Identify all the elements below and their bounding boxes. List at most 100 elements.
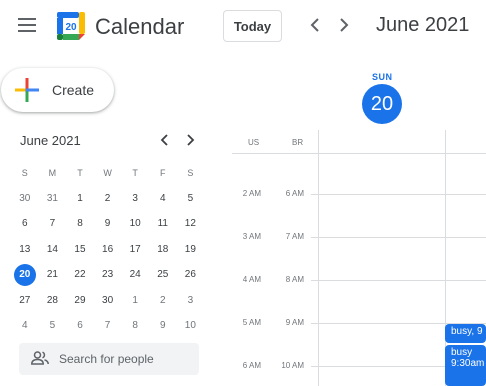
time-label-us: 4 AM — [242, 275, 261, 284]
time-label-br: 10 AM — [281, 361, 304, 370]
mini-week-row: 30 31 1 2 3 4 5 — [11, 186, 205, 212]
mini-day[interactable]: 21 — [39, 262, 67, 288]
time-label-br: 9 AM — [285, 318, 304, 327]
hour-tick — [311, 280, 319, 281]
mini-day[interactable]: 5 — [177, 186, 205, 212]
mini-day[interactable]: 22 — [66, 262, 94, 288]
next-period-button[interactable] — [332, 13, 356, 37]
main-menu-icon[interactable] — [18, 18, 36, 32]
mini-day-selected[interactable]: 20 — [11, 262, 39, 288]
previous-period-button[interactable] — [303, 13, 327, 37]
people-search-input[interactable]: Search for people — [19, 343, 199, 375]
mini-day[interactable]: 5 — [39, 313, 67, 339]
weekday-label: S — [21, 167, 28, 178]
today-button[interactable]: Today — [223, 10, 282, 42]
mini-calendar-grid: S M T W T F S 30 31 1 2 3 4 5 6 7 8 9 10… — [11, 160, 205, 339]
mini-day[interactable]: 31 — [39, 186, 67, 212]
mini-week-row: 4 5 6 7 8 9 10 — [11, 313, 205, 339]
mini-day[interactable]: 29 — [66, 288, 94, 314]
event-title: busy, 9 — [451, 326, 483, 337]
mini-prev-month-button[interactable] — [154, 130, 174, 150]
mini-day[interactable]: 25 — [149, 262, 177, 288]
mini-day[interactable]: 9 — [149, 313, 177, 339]
time-label-us: 5 AM — [242, 318, 261, 327]
mini-day[interactable]: 30 — [94, 288, 122, 314]
mini-next-month-button[interactable] — [181, 130, 201, 150]
time-label-br: 7 AM — [285, 232, 304, 241]
mini-day[interactable]: 1 — [121, 288, 149, 314]
mini-day[interactable]: 10 — [121, 211, 149, 237]
create-button[interactable]: Create — [1, 68, 114, 112]
chevron-right-icon — [187, 134, 195, 146]
mini-day[interactable]: 6 — [66, 313, 94, 339]
mini-day[interactable]: 27 — [11, 288, 39, 314]
event-title: busy — [451, 347, 473, 358]
mini-day[interactable]: 12 — [177, 211, 205, 237]
mini-day[interactable]: 30 — [11, 186, 39, 212]
mini-day[interactable]: 14 — [39, 237, 67, 263]
mini-day[interactable]: 15 — [66, 237, 94, 263]
weekday-label: W — [103, 167, 112, 178]
people-icon — [31, 351, 49, 365]
timezone-label-br: BR — [292, 138, 304, 147]
timezone-label-us: US — [248, 138, 260, 147]
chevron-left-icon — [310, 18, 319, 32]
event-time: 9:30am — [451, 358, 485, 369]
mini-day[interactable]: 18 — [149, 237, 177, 263]
mini-day[interactable]: 7 — [39, 211, 67, 237]
hour-tick — [311, 323, 319, 324]
mini-day[interactable]: 2 — [149, 288, 177, 314]
hour-line — [319, 237, 486, 238]
people-search-placeholder: Search for people — [59, 352, 154, 366]
time-label-us: 2 AM — [242, 189, 261, 198]
calendar-logo-icon: 20 — [57, 12, 85, 40]
all-day-divider — [232, 153, 486, 154]
mini-day[interactable]: 19 — [177, 237, 205, 263]
mini-day[interactable]: 26 — [177, 262, 205, 288]
weekday-label: S — [187, 167, 194, 178]
chevron-right-icon — [340, 18, 349, 32]
mini-day[interactable]: 2 — [94, 186, 122, 212]
hour-tick — [311, 237, 319, 238]
grid-left-border — [318, 130, 319, 386]
mini-week-row: 20 21 22 23 24 25 26 — [11, 262, 205, 288]
mini-day[interactable]: 17 — [121, 237, 149, 263]
mini-day[interactable]: 11 — [149, 211, 177, 237]
mini-day[interactable]: 8 — [66, 211, 94, 237]
day-number-button[interactable]: 20 — [362, 84, 402, 124]
weekday-label: T — [77, 167, 83, 178]
mini-day[interactable]: 3 — [121, 186, 149, 212]
hour-line — [319, 194, 486, 195]
logo-day-number: 20 — [65, 22, 77, 33]
hour-line — [319, 280, 486, 281]
hour-tick — [311, 366, 319, 367]
weekday-label: F — [160, 167, 166, 178]
mini-day[interactable]: 8 — [121, 313, 149, 339]
app-title: Calendar — [95, 14, 185, 39]
mini-weekday-row: S M T W T F S — [11, 160, 205, 186]
weekday-label: M — [48, 167, 57, 178]
event-chip[interactable]: busy, 9 — [445, 324, 486, 343]
mini-calendar-title: June 2021 — [20, 133, 81, 148]
mini-day[interactable]: 24 — [121, 262, 149, 288]
mini-day[interactable]: 28 — [39, 288, 67, 314]
mini-week-row: 27 28 29 30 1 2 3 — [11, 288, 205, 314]
mini-week-row: 13 14 15 16 17 18 19 — [11, 237, 205, 263]
mini-day[interactable]: 4 — [11, 313, 39, 339]
mini-day[interactable]: 9 — [94, 211, 122, 237]
mini-day[interactable]: 13 — [11, 237, 39, 263]
mini-day[interactable]: 10 — [177, 313, 205, 339]
mini-day[interactable]: 16 — [94, 237, 122, 263]
mini-day[interactable]: 23 — [94, 262, 122, 288]
mini-day[interactable]: 4 — [149, 186, 177, 212]
mini-day[interactable]: 3 — [177, 288, 205, 314]
mini-day[interactable]: 6 — [11, 211, 39, 237]
time-label-us: 3 AM — [242, 232, 261, 241]
selected-day-number: 20 — [13, 263, 36, 286]
plus-icon — [15, 78, 39, 102]
mini-day[interactable]: 1 — [66, 186, 94, 212]
mini-day[interactable]: 7 — [94, 313, 122, 339]
chevron-left-icon — [160, 134, 168, 146]
day-name: SUN — [372, 72, 393, 82]
event-chip[interactable]: busy 9:30am — [445, 345, 486, 386]
